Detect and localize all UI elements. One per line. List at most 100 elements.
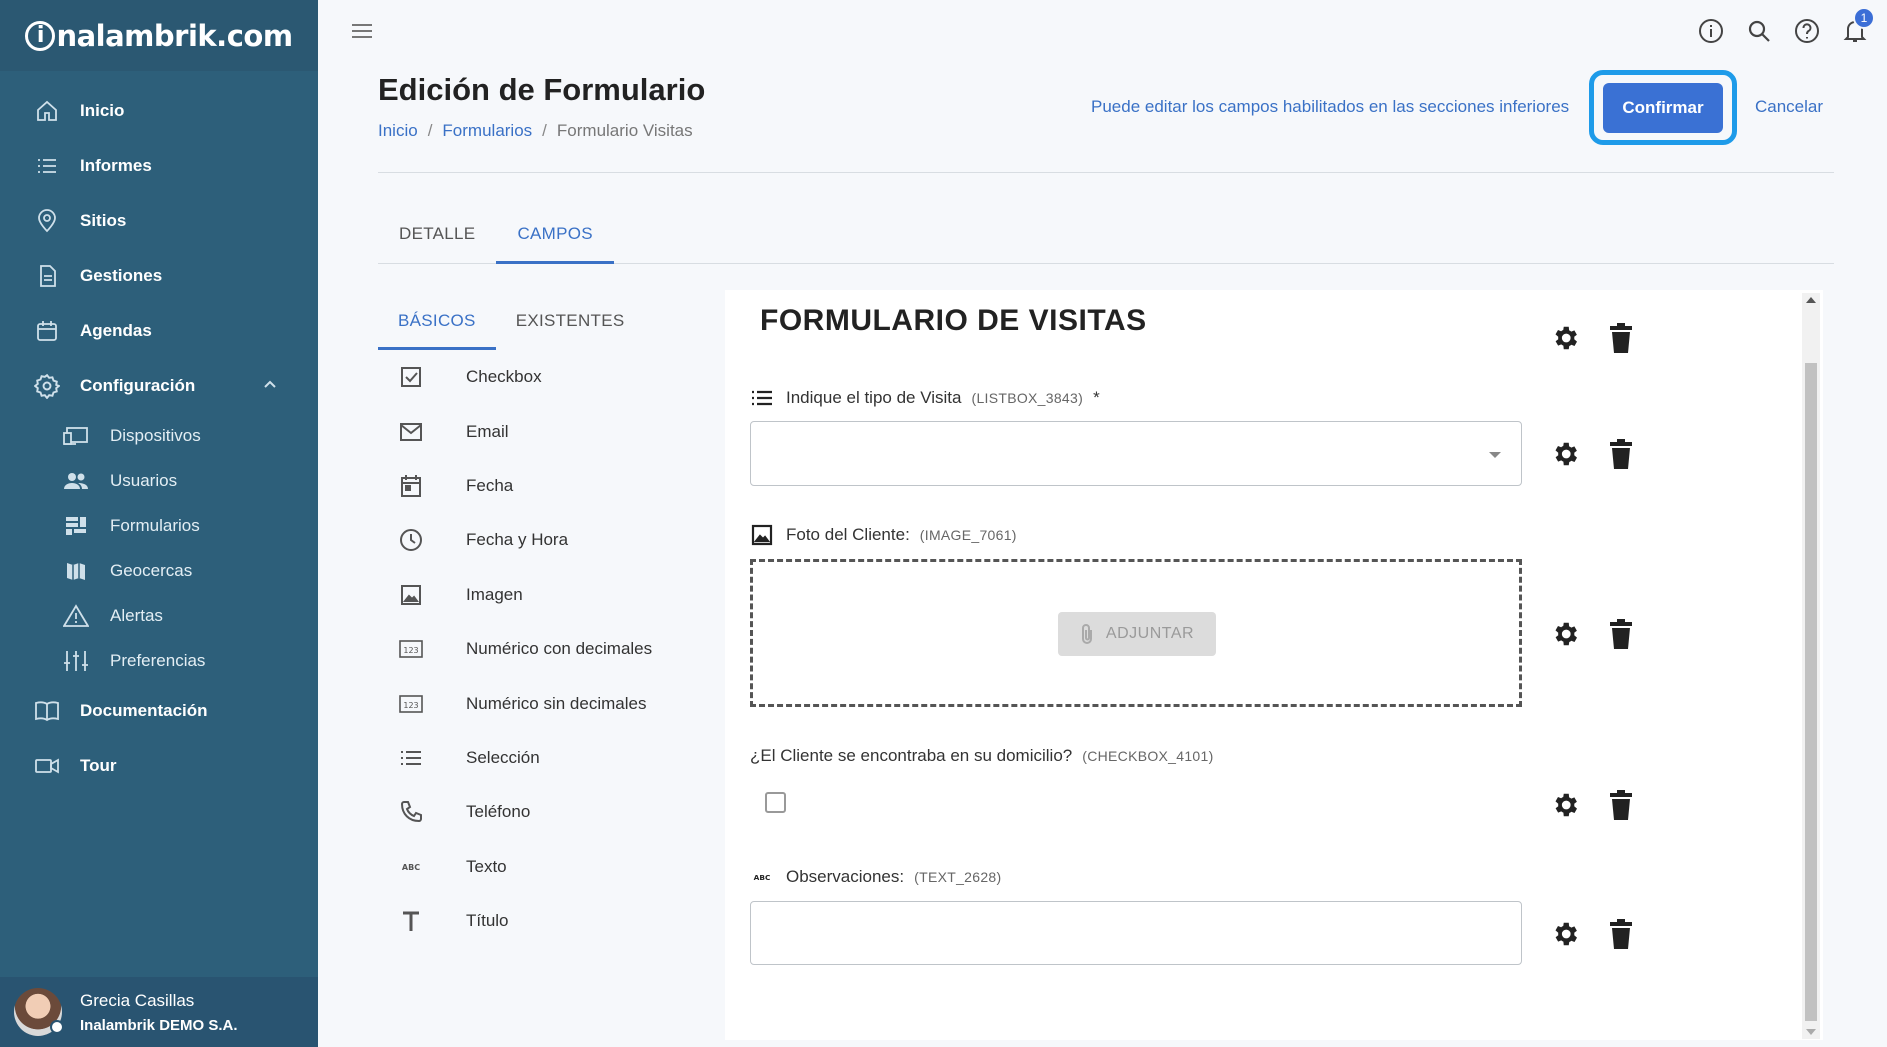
field-type-fecha-hora[interactable]: Fecha y Hora [398, 513, 652, 567]
scroll-down-arrow-icon[interactable] [1806, 1029, 1816, 1035]
settings-gear-icon[interactable] [1550, 437, 1580, 471]
delete-trash-icon[interactable] [1606, 788, 1636, 822]
sidebar-item-documentacion[interactable]: Documentación [0, 683, 318, 738]
breadcrumb: Inicio / Formularios / Formulario Visitas [378, 121, 693, 140]
menu-toggle-icon[interactable] [350, 20, 374, 47]
visita-type-select[interactable] [750, 421, 1522, 486]
field-type-checkbox[interactable]: Checkbox [398, 350, 652, 404]
breadcrumb-inicio[interactable]: Inicio [378, 121, 418, 140]
title-icon [398, 908, 424, 934]
svg-text:123: 123 [403, 646, 418, 655]
sidebar-item-agendas[interactable]: Agendas [0, 303, 318, 358]
field-type-seleccion[interactable]: Selección [398, 731, 652, 785]
location-pin-icon [34, 208, 60, 234]
clock-icon [398, 527, 424, 553]
delete-trash-icon[interactable] [1606, 617, 1636, 651]
field-type-imagen[interactable]: Imagen [398, 568, 652, 622]
list-icon [750, 386, 774, 410]
edit-hint: Puede editar los campos habilitados en l… [1091, 97, 1570, 116]
checkbox-icon [398, 364, 424, 390]
sidebar-item-geocercas[interactable]: Geocercas [0, 548, 318, 593]
sidebar-item-inicio[interactable]: Inicio [0, 83, 318, 138]
topbar-actions: 1 [1697, 7, 1875, 45]
sidebar-item-dispositivos[interactable]: Dispositivos [0, 413, 318, 458]
help-icon[interactable] [1793, 17, 1821, 45]
numeric-icon: 123 [398, 691, 424, 717]
brand-logo[interactable]: i nalambrik.com [25, 19, 293, 53]
status-dot [50, 1020, 64, 1034]
search-icon[interactable] [1745, 17, 1773, 45]
image-dropzone[interactable]: ADJUNTAR [750, 559, 1522, 707]
settings-gear-icon[interactable] [1550, 617, 1580, 651]
paperclip-icon [1080, 623, 1094, 645]
sidebar-item-alertas[interactable]: Alertas [0, 593, 318, 638]
devices-icon [62, 423, 90, 449]
field-type-fecha[interactable]: Fecha [398, 459, 652, 513]
settings-gear-icon[interactable] [1550, 321, 1580, 355]
chevron-up-icon[interactable] [262, 376, 278, 397]
video-icon [34, 753, 60, 779]
sidebar-item-usuarios[interactable]: Usuarios [0, 458, 318, 503]
breadcrumb-formularios[interactable]: Formularios [442, 121, 532, 140]
form-preview-panel: FORMULARIO DE VISITAS Indique el tipo de… [725, 290, 1823, 1040]
tab-detalle[interactable]: DETALLE [378, 208, 496, 264]
map-icon [62, 558, 90, 584]
divider [378, 172, 1834, 173]
field-actions-checkbox [1550, 788, 1636, 822]
confirm-button[interactable]: Confirmar [1603, 82, 1723, 133]
logo-bar: i nalambrik.com [0, 0, 318, 71]
sidebar-item-sitios[interactable]: Sitios [0, 193, 318, 248]
bell-icon[interactable]: 1 [1841, 7, 1875, 45]
tab-campos[interactable]: CAMPOS [496, 208, 614, 264]
observaciones-input[interactable] [750, 901, 1522, 965]
sidebar: i nalambrik.com Inicio Informes Sitios Ge… [0, 0, 318, 1047]
user-name: Grecia Casillas [80, 990, 195, 1010]
scrollbar-thumb[interactable] [1805, 363, 1817, 1021]
field-type-texto[interactable]: ABC Texto [398, 840, 652, 894]
delete-trash-icon[interactable] [1606, 321, 1636, 355]
attach-button[interactable]: ADJUNTAR [1058, 612, 1216, 656]
field-type-numerico-decimales[interactable]: 123 Numérico con decimales [398, 622, 652, 676]
book-icon [34, 698, 60, 724]
svg-text:ABC: ABC [402, 863, 420, 872]
image-icon [398, 582, 424, 608]
users-icon [62, 468, 90, 494]
user-profile[interactable]: Grecia Casillas Inalambrik DEMO S.A. [0, 977, 318, 1047]
settings-gear-icon[interactable] [1550, 788, 1580, 822]
sidebar-item-informes[interactable]: Informes [0, 138, 318, 193]
form-scrollbar[interactable] [1802, 293, 1820, 1039]
tab-basicos[interactable]: BÁSICOS [378, 295, 496, 350]
sidebar-item-gestiones[interactable]: Gestiones [0, 248, 318, 303]
list-icon [34, 153, 60, 179]
field-type-titulo[interactable]: Título [398, 894, 652, 948]
field-type-telefono[interactable]: Teléfono [398, 785, 652, 839]
field-type-numerico-sin-decimales[interactable]: 123 Numérico sin decimales [398, 676, 652, 730]
delete-trash-icon[interactable] [1606, 917, 1636, 951]
field-actions-image [1550, 617, 1636, 651]
field-type-email[interactable]: Email [398, 404, 652, 458]
cancel-button[interactable]: Cancelar [1755, 97, 1823, 117]
sidebar-item-tour[interactable]: Tour [0, 738, 318, 793]
field-label-image: Foto del Cliente: (IMAGE_7061) [750, 523, 1017, 547]
tab-existentes[interactable]: EXISTENTES [496, 295, 645, 350]
home-icon [34, 98, 60, 124]
abc-icon: ABC [750, 865, 774, 889]
sidebar-item-configuracion[interactable]: Configuración [0, 358, 318, 413]
scroll-up-arrow-icon[interactable] [1806, 297, 1816, 303]
sidebar-item-formularios[interactable]: Formularios [0, 503, 318, 548]
settings-gear-icon[interactable] [1550, 917, 1580, 951]
field-actions-text [1550, 917, 1636, 951]
forms-icon [62, 513, 90, 539]
list-icon [398, 745, 424, 771]
phone-icon [398, 799, 424, 825]
document-icon [34, 263, 60, 289]
breadcrumb-current: Formulario Visitas [556, 121, 693, 140]
info-icon[interactable] [1697, 17, 1725, 45]
calendar-icon [398, 473, 424, 499]
sidebar-item-preferencias[interactable]: Preferencias [0, 638, 318, 683]
delete-trash-icon[interactable] [1606, 437, 1636, 471]
dropdown-arrow-icon [1489, 452, 1501, 458]
domicilio-checkbox[interactable] [765, 792, 786, 813]
notification-badge: 1 [1853, 7, 1875, 29]
sliders-icon [62, 648, 90, 674]
